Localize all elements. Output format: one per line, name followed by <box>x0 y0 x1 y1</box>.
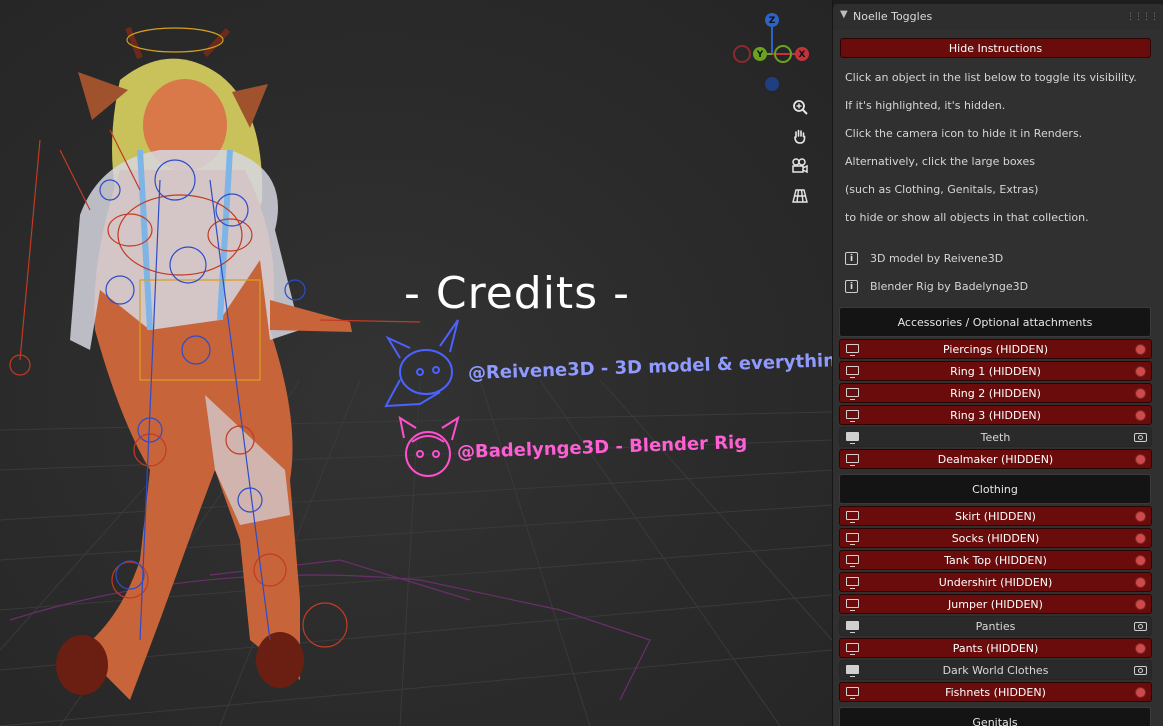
item-label: Jumper (HIDDEN) <box>948 597 1043 611</box>
instruction-line: Alternatively, click the large boxes <box>845 155 1035 168</box>
hand-icon[interactable] <box>786 123 814 149</box>
render-dot-icon[interactable] <box>1135 366 1146 377</box>
item-label: Skirt (HIDDEN) <box>955 509 1036 523</box>
item-label: Socks (HIDDEN) <box>951 531 1040 545</box>
toggle-item-fishnets[interactable]: Fishnets (HIDDEN) <box>839 682 1152 702</box>
section-accessories-button[interactable]: Accessories / Optional attachments <box>839 307 1151 337</box>
monitor-icon[interactable] <box>846 410 859 422</box>
render-dot-icon[interactable] <box>1135 454 1146 465</box>
render-dot-icon[interactable] <box>1135 555 1146 566</box>
monitor-icon[interactable] <box>846 643 859 655</box>
panel-title: Noelle Toggles <box>853 10 933 23</box>
navigation-gizmo[interactable]: Z Y X <box>730 12 814 96</box>
render-dot-icon[interactable] <box>1135 344 1146 355</box>
toggle-item-ring-1[interactable]: Ring 1 (HIDDEN) <box>839 361 1152 381</box>
instruction-line: to hide or show all objects in that coll… <box>845 211 1089 224</box>
render-dot-icon[interactable] <box>1135 388 1146 399</box>
render-dot-icon[interactable] <box>1135 643 1146 654</box>
badelynge-avatar-icon <box>398 415 460 477</box>
grid-icon[interactable] <box>786 183 814 209</box>
item-label: Piercings (HIDDEN) <box>943 342 1048 356</box>
toggle-item-socks[interactable]: Socks (HIDDEN) <box>839 528 1152 548</box>
item-label: Dealmaker (HIDDEN) <box>937 452 1054 466</box>
toggle-item-tank-top[interactable]: Tank Top (HIDDEN) <box>839 550 1152 570</box>
section-clothing-button[interactable]: Clothing <box>839 474 1151 504</box>
item-label: Undershirt (HIDDEN) <box>938 575 1053 589</box>
monitor-icon[interactable] <box>846 665 859 677</box>
toggle-item-piercings[interactable]: Piercings (HIDDEN) <box>839 339 1152 359</box>
item-label: Dark World Clothes <box>942 663 1049 677</box>
item-label: Panties <box>975 619 1016 633</box>
info-rig-credit: i Blender Rig by Badelynge3D <box>845 280 1028 293</box>
gizmo-z-label: Z <box>769 16 776 26</box>
render-dot-icon[interactable] <box>1135 511 1146 522</box>
render-dot-icon[interactable] <box>1135 410 1146 421</box>
info-text: 3D model by Reivene3D <box>870 252 1004 265</box>
gizmo-y-label: Y <box>756 50 764 60</box>
hide-instructions-button[interactable]: Hide Instructions <box>840 38 1151 58</box>
camera-icon[interactable] <box>1134 666 1147 675</box>
3d-viewport[interactable]: - Credits - @Reivene3D - 3D model & ever… <box>0 0 832 726</box>
render-dot-icon[interactable] <box>1135 577 1146 588</box>
instruction-line: If it's highlighted, it's hidden. <box>845 99 1006 112</box>
zoom-icon[interactable] <box>786 94 814 120</box>
toggle-item-pants[interactable]: Pants (HIDDEN) <box>839 638 1152 658</box>
section-genitals-button[interactable]: Genitals <box>839 707 1151 726</box>
panel-header[interactable]: ▼ Noelle Toggles ⋮⋮⋮⋮ <box>833 4 1163 30</box>
monitor-icon[interactable] <box>846 555 859 567</box>
item-label: Teeth <box>980 430 1011 444</box>
render-dot-icon[interactable] <box>1135 599 1146 610</box>
info-model-credit: i 3D model by Reivene3D <box>845 252 1003 265</box>
item-label: Pants (HIDDEN) <box>952 641 1039 655</box>
instruction-line: Click the camera icon to hide it in Rend… <box>845 127 1083 140</box>
item-label: Fishnets (HIDDEN) <box>945 685 1046 699</box>
item-label: Ring 1 (HIDDEN) <box>950 364 1041 378</box>
item-label: Ring 3 (HIDDEN) <box>950 408 1041 422</box>
chevron-down-icon[interactable]: ▼ <box>840 9 848 20</box>
toggle-item-dealmaker[interactable]: Dealmaker (HIDDEN) <box>839 449 1152 469</box>
gizmo-x-label: X <box>799 50 806 60</box>
info-icon: i <box>845 280 858 293</box>
monitor-icon[interactable] <box>846 577 859 589</box>
toggle-item-skirt[interactable]: Skirt (HIDDEN) <box>839 506 1152 526</box>
toggle-item-teeth[interactable]: Teeth <box>839 427 1152 447</box>
instruction-line: (such as Clothing, Genitals, Extras) <box>845 183 1039 196</box>
drag-grip-icon[interactable]: ⋮⋮⋮⋮ <box>1126 12 1159 22</box>
info-icon: i <box>845 252 858 265</box>
monitor-icon[interactable] <box>846 533 859 545</box>
toggle-item-undershirt[interactable]: Undershirt (HIDDEN) <box>839 572 1152 592</box>
info-text: Blender Rig by Badelynge3D <box>870 280 1029 293</box>
noelle-toggles-panel: ▼ Noelle Toggles ⋮⋮⋮⋮ Hide Instructions … <box>832 0 1163 726</box>
monitor-icon[interactable] <box>846 621 859 633</box>
camera-icon[interactable] <box>786 153 814 179</box>
toggle-item-ring-2[interactable]: Ring 2 (HIDDEN) <box>839 383 1152 403</box>
monitor-icon[interactable] <box>846 454 859 466</box>
monitor-icon[interactable] <box>846 344 859 356</box>
toggle-item-panties[interactable]: Panties <box>839 616 1152 636</box>
toggle-item-ring-3[interactable]: Ring 3 (HIDDEN) <box>839 405 1152 425</box>
item-label: Tank Top (HIDDEN) <box>944 553 1047 567</box>
monitor-icon[interactable] <box>846 366 859 378</box>
reivene-avatar-icon <box>384 319 459 408</box>
monitor-icon[interactable] <box>846 432 859 444</box>
toggle-item-dark-world-clothes[interactable]: Dark World Clothes <box>839 660 1152 680</box>
camera-icon[interactable] <box>1134 622 1147 631</box>
toggle-item-jumper[interactable]: Jumper (HIDDEN) <box>839 594 1152 614</box>
instruction-line: Click an object in the list below to tog… <box>845 71 1137 84</box>
camera-icon[interactable] <box>1134 433 1147 442</box>
monitor-icon[interactable] <box>846 687 859 699</box>
monitor-icon[interactable] <box>846 388 859 400</box>
render-dot-icon[interactable] <box>1135 687 1146 698</box>
monitor-icon[interactable] <box>846 599 859 611</box>
item-label: Ring 2 (HIDDEN) <box>950 386 1041 400</box>
monitor-icon[interactable] <box>846 511 859 523</box>
credits-title: - Credits - <box>404 268 630 319</box>
render-dot-icon[interactable] <box>1135 533 1146 544</box>
